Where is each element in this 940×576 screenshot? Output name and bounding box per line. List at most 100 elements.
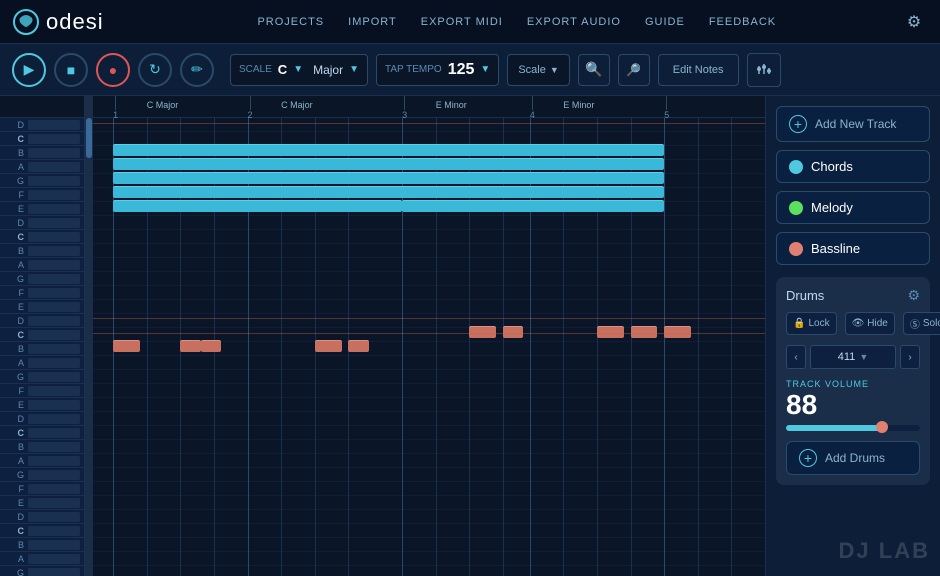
key-label: C: [4, 526, 24, 536]
nav-guide[interactable]: GUIDE: [645, 16, 685, 28]
piano-key[interactable]: D: [0, 412, 84, 426]
mixer-button[interactable]: [747, 53, 781, 87]
piano-key[interactable]: B: [0, 440, 84, 454]
piano-key[interactable]: D: [0, 118, 84, 132]
lock-button[interactable]: 🔒 Lock: [786, 312, 837, 335]
key-bar: [28, 176, 80, 186]
draw-button[interactable]: ✏: [180, 53, 214, 87]
piano-key[interactable]: B: [0, 146, 84, 160]
settings-button[interactable]: ⚙: [900, 8, 928, 36]
scale-mode-dropdown-icon[interactable]: ▼: [349, 64, 359, 75]
volume-slider-thumb[interactable]: [876, 421, 888, 433]
piano-key[interactable]: C: [0, 230, 84, 244]
piano-key[interactable]: C: [0, 524, 84, 538]
scale-filter-button[interactable]: Scale ▼: [507, 54, 569, 86]
note-block[interactable]: [113, 172, 664, 184]
key-bar: [28, 330, 80, 340]
piano-key[interactable]: G: [0, 468, 84, 482]
piano-key[interactable]: B: [0, 342, 84, 356]
note-block[interactable]: [469, 326, 496, 338]
key-bar: [28, 316, 80, 326]
piano-key[interactable]: G: [0, 272, 84, 286]
note-block[interactable]: [113, 144, 664, 156]
piano-key[interactable]: D: [0, 510, 84, 524]
note-block[interactable]: [113, 186, 664, 198]
piano-key[interactable]: G: [0, 370, 84, 384]
piano-key[interactable]: F: [0, 188, 84, 202]
add-drums-icon: +: [799, 449, 817, 467]
key-label: E: [4, 302, 24, 312]
note-block[interactable]: [180, 340, 200, 352]
note-block[interactable]: [201, 340, 221, 352]
edit-notes-button[interactable]: Edit Notes: [658, 54, 739, 86]
piano-key[interactable]: A: [0, 356, 84, 370]
note-block[interactable]: [348, 340, 368, 352]
piano-key[interactable]: A: [0, 258, 84, 272]
piano-key[interactable]: A: [0, 160, 84, 174]
piano-key[interactable]: D: [0, 216, 84, 230]
record-button[interactable]: ●: [96, 53, 130, 87]
tempo-dropdown-icon[interactable]: ▼: [480, 64, 490, 75]
note-block[interactable]: [631, 326, 658, 338]
key-bar: [28, 526, 80, 536]
piano-key[interactable]: E: [0, 496, 84, 510]
add-drums-button[interactable]: + Add Drums: [786, 441, 920, 475]
note-block[interactable]: [113, 158, 664, 170]
piano-key[interactable]: F: [0, 384, 84, 398]
loop-button[interactable]: ↻: [138, 53, 172, 87]
piano-key[interactable]: C: [0, 426, 84, 440]
note-block[interactable]: [597, 326, 624, 338]
piano-key[interactable]: F: [0, 482, 84, 496]
piano-key[interactable]: G: [0, 174, 84, 188]
key-bar: [28, 302, 80, 312]
nav-feedback[interactable]: FEEDBACK: [709, 16, 776, 28]
chords-track-item[interactable]: Chords: [776, 150, 930, 183]
volume-slider[interactable]: [786, 425, 920, 431]
piano-key[interactable]: C: [0, 328, 84, 342]
key-bar: [28, 456, 80, 466]
nav-export-midi[interactable]: EXPORT MIDI: [421, 16, 503, 28]
zoom-in-button[interactable]: 🔍: [578, 54, 610, 86]
stop-button[interactable]: ■: [54, 53, 88, 87]
preset-select[interactable]: 411 ▼: [810, 345, 896, 369]
solo-button[interactable]: Ⓢ Solo: [903, 312, 940, 335]
melody-track-item[interactable]: Melody: [776, 191, 930, 224]
logo-icon: [12, 8, 40, 36]
note-block[interactable]: [503, 326, 523, 338]
piano-key[interactable]: E: [0, 300, 84, 314]
piano-key[interactable]: A: [0, 454, 84, 468]
bassline-track-item[interactable]: Bassline: [776, 232, 930, 265]
note-block[interactable]: [113, 340, 140, 352]
note-block[interactable]: [113, 200, 402, 212]
piano-key[interactable]: B: [0, 538, 84, 552]
play-button[interactable]: ▶: [12, 53, 46, 87]
tap-tempo-label[interactable]: TAP TEMPO: [385, 64, 442, 75]
scroll-indicator[interactable]: [85, 96, 93, 576]
note-block[interactable]: [402, 200, 664, 212]
preset-next-button[interactable]: ›: [900, 345, 920, 369]
note-block[interactable]: [315, 340, 342, 352]
piano-key[interactable]: A: [0, 552, 84, 566]
nav-projects[interactable]: PROJECTS: [257, 16, 324, 28]
drums-gear-button[interactable]: ⚙: [907, 287, 920, 304]
nav-export-audio[interactable]: EXPORT AUDIO: [527, 16, 621, 28]
piano-key[interactable]: B: [0, 244, 84, 258]
header: odesi PROJECTS IMPORT EXPORT MIDI EXPORT…: [0, 0, 940, 44]
zoom-out-button[interactable]: 🔎: [618, 54, 650, 86]
piano-key[interactable]: G: [0, 566, 84, 576]
scale-key-dropdown-icon[interactable]: ▼: [293, 64, 303, 75]
hide-button[interactable]: 👁 Hide: [845, 312, 895, 335]
grid-content[interactable]: [93, 118, 765, 576]
nav-import[interactable]: IMPORT: [348, 16, 397, 28]
piano-key[interactable]: D: [0, 314, 84, 328]
preset-prev-button[interactable]: ‹: [786, 345, 806, 369]
piano-key[interactable]: E: [0, 398, 84, 412]
key-bar: [28, 232, 80, 242]
bar-line: [115, 96, 116, 110]
piano-key[interactable]: F: [0, 286, 84, 300]
piano-key[interactable]: E: [0, 202, 84, 216]
note-block[interactable]: [664, 326, 691, 338]
piano-key[interactable]: C: [0, 132, 84, 146]
add-track-button[interactable]: + Add New Track: [776, 106, 930, 142]
scale-filter-label: Scale: [518, 64, 546, 76]
